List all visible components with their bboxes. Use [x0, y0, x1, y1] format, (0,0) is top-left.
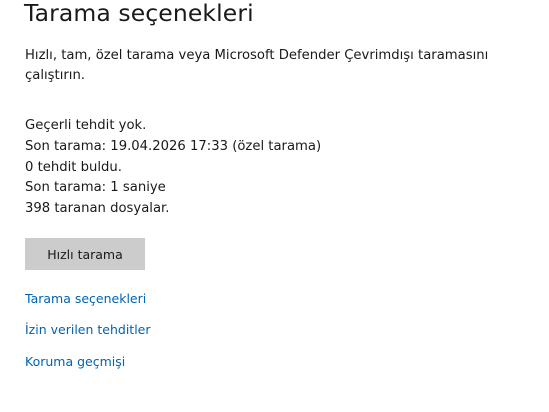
- last-scan-text: Son tarama: 19.04.2026 17:33 (özel taram…: [25, 139, 322, 154]
- page-title: Tarama seçenekleri: [24, 0, 254, 27]
- page-description: Hızlı, tam, özel tarama veya Microsoft D…: [25, 48, 489, 83]
- threats-found-text: 0 tehdit buldu.: [25, 159, 122, 175]
- quick-scan-button[interactable]: Hızlı tarama: [25, 238, 145, 270]
- scan-options-link[interactable]: Tarama seçenekleri: [25, 291, 146, 306]
- files-scanned-text: 398 taranan dosyalar.: [25, 200, 170, 216]
- allowed-threats-link[interactable]: İzin verilen tehditler: [25, 322, 151, 337]
- scan-duration-text: Son tarama: 1 saniye: [25, 180, 166, 195]
- scan-status: Geçerli tehdit yok. Son tarama: 19.04.20…: [25, 116, 321, 219]
- protection-history-link[interactable]: Koruma geçmişi: [25, 354, 125, 369]
- threat-status-text: Geçerli tehdit yok.: [25, 118, 147, 133]
